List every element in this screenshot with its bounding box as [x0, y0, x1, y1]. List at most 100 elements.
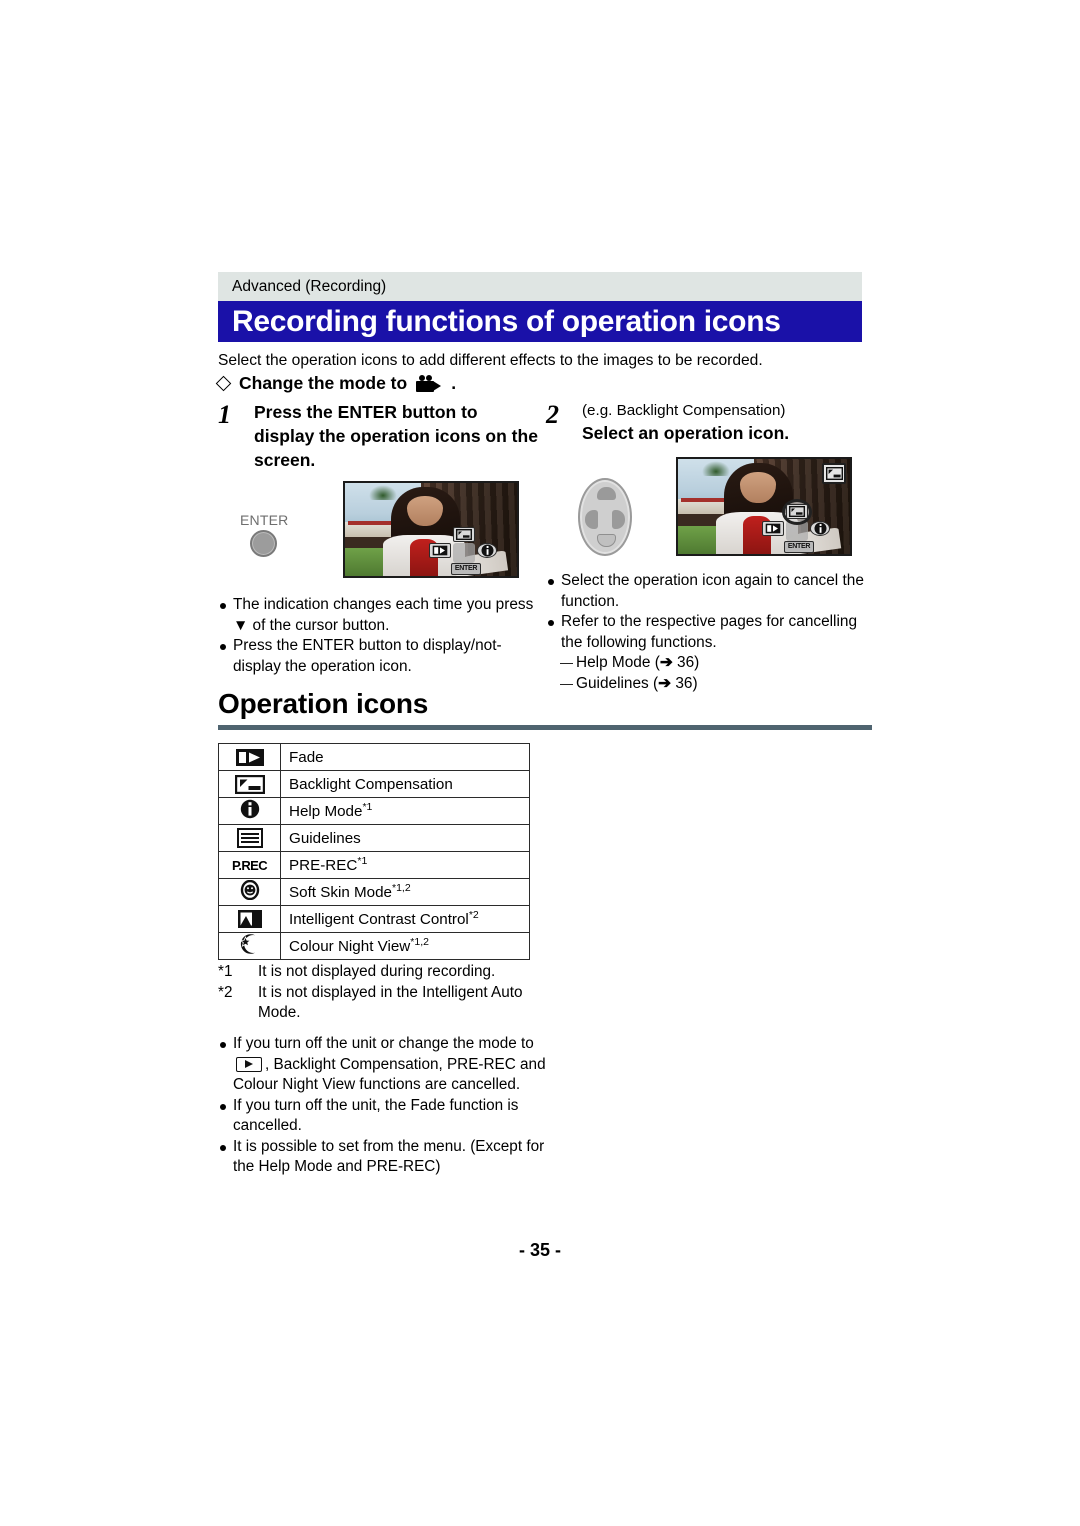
row-label: Soft Skin Mode — [289, 884, 392, 902]
page-number: - 35 - — [518, 1240, 561, 1260]
step-1-heading: Press the ENTER button to display the op… — [254, 402, 538, 470]
enter-button-illustration: ENTER — [240, 512, 310, 574]
row-footnote-mark: *1,2 — [410, 936, 429, 949]
table-row: Help Mode*1 — [218, 797, 530, 825]
document-page: Advanced (Recording) Recording functions… — [0, 0, 1080, 1526]
cross-ref-label: Guidelines — [576, 674, 649, 692]
row-label: Help Mode — [289, 803, 363, 821]
backlight-comp-glyph — [789, 506, 805, 517]
osd-backlight-status-icon — [822, 463, 846, 484]
table-row: Fade — [218, 743, 530, 771]
row-label: Backlight Compensation — [289, 776, 453, 794]
table-cell-label: Help Mode*1 — [280, 797, 530, 825]
operation-icons-table: Fade Backlight Compensation Help Mode*1 … — [218, 743, 530, 960]
table-cell-label: Backlight Compensation — [280, 770, 530, 798]
osd-help-mode-icon[interactable] — [477, 543, 497, 558]
cursor-right-icon — [612, 510, 625, 529]
fade-glyph — [765, 523, 781, 534]
section-tag: Advanced (Recording) — [218, 272, 862, 301]
photo-palm — [369, 484, 397, 500]
row-footnote-mark: *1,2 — [392, 882, 411, 895]
cross-ref-arrow: (➔ — [653, 674, 672, 692]
table-cell-label: Soft Skin Mode*1,2 — [280, 878, 530, 906]
help-mode-glyph — [814, 522, 826, 535]
change-mode-label: Change the mode to — [239, 373, 408, 393]
step-2: 2 (e.g. Backlight Compensation) Select a… — [546, 400, 876, 445]
row-label: Fade — [289, 749, 324, 767]
osd-fade-icon[interactable] — [762, 521, 784, 536]
soft-skin-glyph — [240, 879, 259, 901]
note-item: Refer to the respective pages for cancel… — [546, 612, 876, 653]
backlight-comp-glyph — [456, 529, 472, 540]
help-mode-icon — [218, 797, 281, 825]
row-footnote-mark: *1 — [362, 801, 373, 814]
step1-notes: The indication changes each time you pre… — [218, 595, 538, 677]
cross-ref-guidelines: Guidelines (➔ 36) — [546, 674, 876, 695]
pre-rec-icon: P.REC — [218, 851, 281, 879]
note-item: Select the operation icon again to cance… — [546, 571, 876, 612]
step-2-number: 2 — [546, 400, 559, 429]
table-row: Guidelines — [218, 824, 530, 852]
note-text-part1: If you turn off the unit or change the m… — [233, 1035, 534, 1052]
table-cell-label: Intelligent Contrast Control*2 — [280, 905, 530, 933]
cross-ref-arrow: (➔ — [654, 654, 673, 671]
section-rule — [218, 725, 872, 730]
lcd-screenshot-step2: ENTER — [676, 457, 852, 556]
cross-ref-help-mode: Help Mode (➔ 36) — [546, 653, 876, 674]
note-item: If you turn off the unit, the Fade funct… — [218, 1096, 548, 1137]
row-footnote-mark: *1 — [357, 855, 368, 868]
note-text-part2: , Backlight Compensation, PRE-REC and Co… — [233, 1055, 546, 1094]
cross-ref-page: 36 — [675, 674, 693, 692]
fade-glyph — [235, 748, 264, 766]
guidelines-glyph — [236, 828, 263, 848]
osd-fade-icon[interactable] — [429, 543, 451, 558]
photo-person-face — [406, 496, 444, 526]
row-label: Guidelines — [289, 830, 361, 848]
cursor-up-icon — [597, 487, 616, 500]
osd-backlight-comp-icon[interactable] — [453, 527, 475, 542]
guidelines-icon — [218, 824, 281, 852]
table-row: P.REC PRE-REC*1 — [218, 851, 530, 879]
bottom-notes: If you turn off the unit or change the m… — [218, 1034, 548, 1178]
photo-palm — [702, 460, 730, 477]
step2-notes: Select the operation icon again to cance… — [546, 571, 876, 694]
osd-help-mode-icon[interactable] — [810, 521, 830, 536]
footnote-key: *1 — [218, 963, 233, 980]
section-heading-operation-icons: Operation icons — [218, 688, 429, 719]
colour-night-view-glyph — [239, 934, 255, 954]
help-mode-glyph — [481, 544, 493, 557]
cursor-left-icon — [585, 510, 598, 529]
table-cell-label: PRE-REC*1 — [280, 851, 530, 879]
osd-enter-tab: ENTER — [451, 563, 481, 575]
pre-rec-icon-text: P.REC — [231, 857, 268, 873]
photo-person-face — [739, 472, 777, 503]
table-row: Soft Skin Mode*1,2 — [218, 878, 530, 906]
backlight-comp-icon — [218, 770, 281, 798]
footnote-text: It is not displayed in the Intelligent A… — [258, 983, 523, 1022]
table-cell-label: Fade — [280, 743, 530, 771]
change-mode-line: Change the mode to . — [215, 371, 456, 395]
row-footnote-mark: *2 — [468, 909, 479, 922]
osd-backlight-comp-icon[interactable] — [786, 504, 808, 519]
diamond-bullet-icon — [215, 375, 232, 391]
note-item: Press the ENTER button to display/not-di… — [218, 636, 538, 677]
cursor-button-illustration — [578, 478, 632, 556]
osd-center-pad — [453, 543, 475, 563]
enter-button-label: ENTER — [240, 512, 289, 528]
page-title: Recording functions of operation icons — [232, 305, 781, 338]
step-1: 1 Press the ENTER button to display the … — [218, 400, 538, 472]
help-mode-glyph — [240, 799, 259, 819]
cross-ref-label: Help Mode — [576, 654, 651, 671]
lcd-screenshot-step1: ENTER — [343, 481, 519, 578]
backlight-comp-glyph — [234, 774, 265, 794]
footnote-key: *2 — [218, 983, 233, 1001]
intro-text: Select the operation icons to add differ… — [218, 352, 763, 369]
cross-ref-page: 36 — [677, 654, 695, 671]
footnote-1: *1 It is not displayed during recording. — [218, 962, 548, 983]
footnote-text: It is not displayed during recording. — [258, 963, 496, 980]
table-row: Backlight Compensation — [218, 770, 530, 798]
table-cell-label: Colour Night View*1,2 — [280, 932, 530, 960]
contrast-control-icon — [218, 905, 281, 933]
table-cell-label: Guidelines — [280, 824, 530, 852]
footnote-2: *2 It is not displayed in the Intelligen… — [218, 983, 548, 1024]
